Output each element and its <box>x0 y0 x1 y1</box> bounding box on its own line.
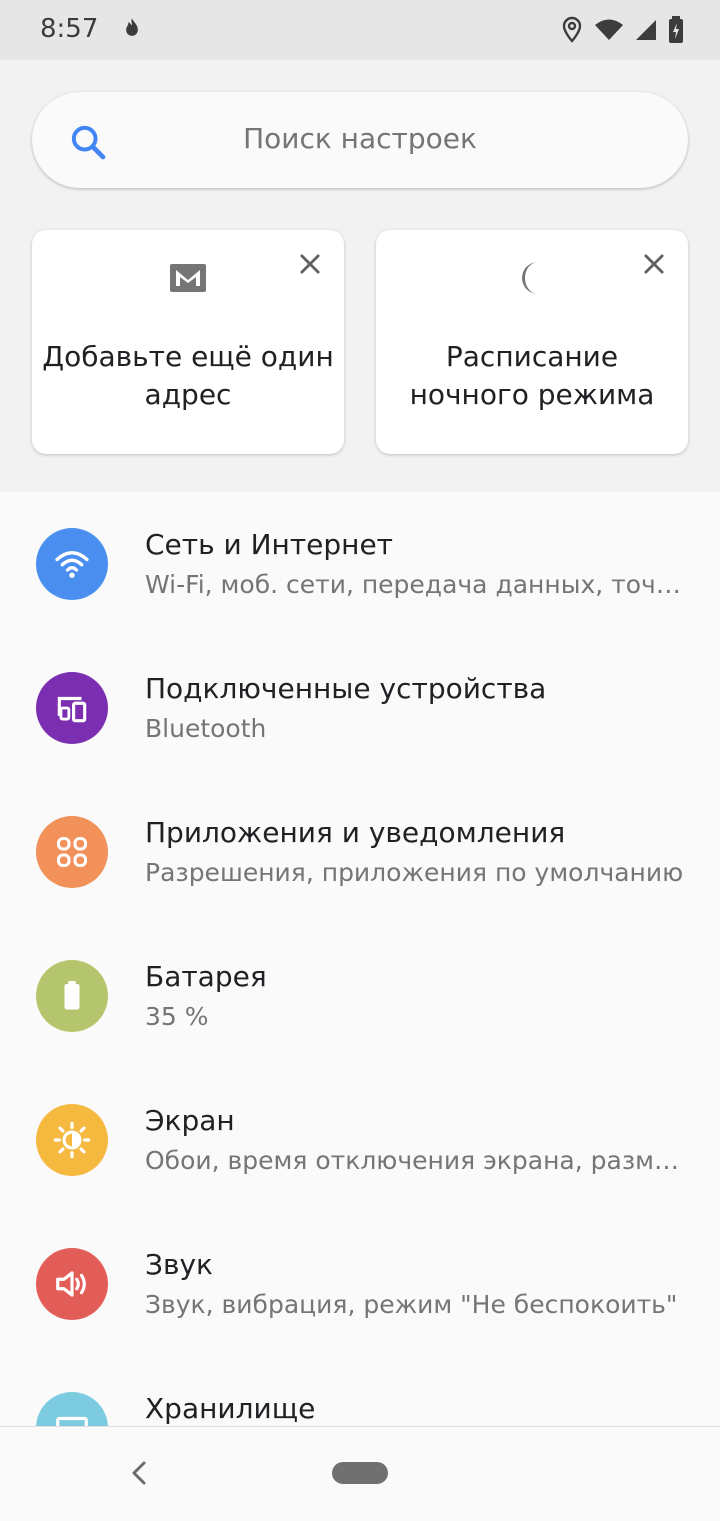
settings-list: Сеть и Интернет Wi-Fi, моб. сети, переда… <box>0 492 720 1426</box>
home-pill[interactable] <box>332 1462 388 1484</box>
item-title: Экран <box>145 1104 235 1137</box>
suggestion-text: Расписание ночного режима <box>409 340 655 411</box>
volume-icon <box>36 1248 108 1320</box>
settings-item-display[interactable]: Экран Обои, время отключения экрана, раз… <box>0 1068 720 1212</box>
battery-charging-icon <box>668 16 684 48</box>
settings-item-apps[interactable]: Приложения и уведомления Разрешения, при… <box>0 780 720 924</box>
item-title: Приложения и уведомления <box>145 816 566 849</box>
item-title: Подключенные устройства <box>145 672 547 705</box>
moon-icon <box>512 258 552 298</box>
item-subtitle: Разрешения, приложения по умолчанию <box>145 858 684 887</box>
gmail-icon <box>168 258 208 298</box>
battery-icon <box>36 960 108 1032</box>
settings-item-storage[interactable]: Хранилище <box>0 1356 720 1426</box>
apps-icon <box>36 816 108 888</box>
close-icon[interactable] <box>296 250 324 278</box>
settings-item-connected-devices[interactable]: Подключенные устройства Bluetooth <box>0 636 720 780</box>
close-icon[interactable] <box>640 250 668 278</box>
item-subtitle: Wi-Fi, моб. сети, передача данных, точк… <box>145 570 685 599</box>
suggestion-card-night-mode[interactable]: Расписание ночного режима <box>376 230 688 454</box>
wifi-icon <box>594 16 624 48</box>
item-title: Сеть и Интернет <box>145 528 393 561</box>
brightness-icon <box>36 1104 108 1176</box>
settings-item-battery[interactable]: Батарея 35 % <box>0 924 720 1068</box>
item-subtitle: Звук, вибрация, режим "Не беспокоить" <box>145 1290 678 1319</box>
devices-icon <box>36 672 108 744</box>
item-title: Хранилище <box>145 1392 316 1425</box>
item-title: Звук <box>145 1248 213 1281</box>
item-title: Батарея <box>145 960 267 993</box>
navigation-bar <box>0 1426 720 1521</box>
status-time: 8:57 <box>40 14 99 44</box>
item-subtitle: Обои, время отключения экрана, разм… <box>145 1146 679 1175</box>
settings-item-network[interactable]: Сеть и Интернет Wi-Fi, моб. сети, переда… <box>0 492 720 636</box>
back-icon[interactable] <box>128 1459 150 1491</box>
item-subtitle: 35 % <box>145 1002 209 1031</box>
wifi-icon <box>36 528 108 600</box>
storage-icon <box>36 1392 108 1426</box>
location-icon <box>560 16 584 48</box>
suggestion-card-add-address[interactable]: Добавьте ещё один адрес <box>32 230 344 454</box>
flame-icon <box>118 16 146 48</box>
search-bar[interactable]: Поиск настроек <box>32 92 688 188</box>
cell-signal-icon <box>634 17 658 47</box>
settings-item-sound[interactable]: Звук Звук, вибрация, режим "Не беспокоит… <box>0 1212 720 1356</box>
suggestion-text: Добавьте ещё один адрес <box>42 340 334 411</box>
search-placeholder: Поиск настроек <box>243 122 477 155</box>
item-subtitle: Bluetooth <box>145 714 267 743</box>
status-bar: 8:57 <box>0 0 720 60</box>
